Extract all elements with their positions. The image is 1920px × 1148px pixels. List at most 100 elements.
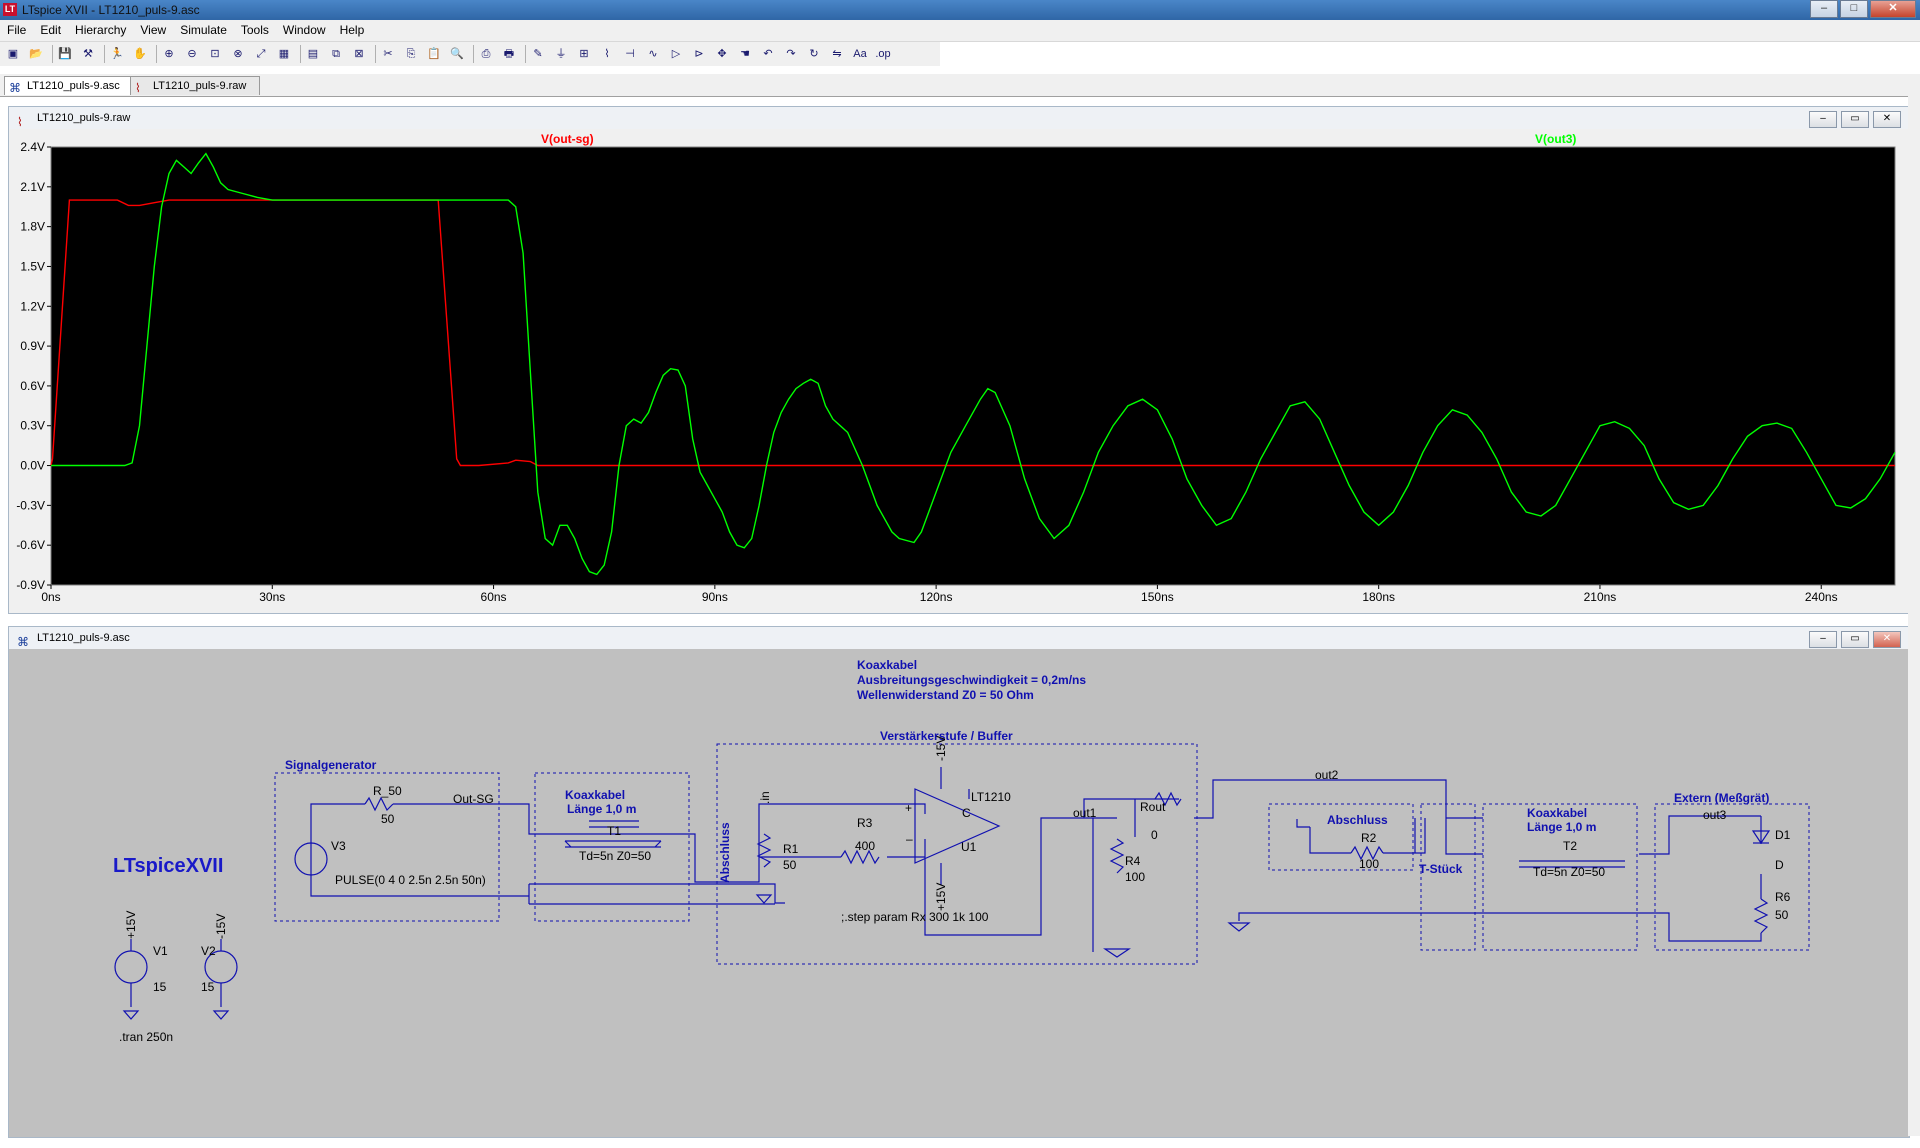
- open-icon[interactable]: 📂: [27, 45, 45, 63]
- cut-icon[interactable]: ✂: [379, 45, 397, 63]
- schematic-canvas[interactable]: Koaxkabel Ausbreitungsgeschwindigkeit = …: [9, 649, 1909, 1137]
- menu-file[interactable]: File: [0, 20, 33, 37]
- toolbar: ▣ 📂 💾 ⚒ 🏃 ✋ ⊕ ⊖ ⊡ ⊗ ⤢ ▦ ▤ ⧉ ⊠ ✂ ⎘ 📋 🔍 ⎙ 🖶 ✎ ⏚ ⊞ ⌇ ⊣ ∿ ▷ ⊳ ✥ ☚ ↶ ↷ ↻ ⇋ Aa .op: [0, 42, 940, 66]
- schematic-background: [9, 649, 1909, 1137]
- text-icon[interactable]: Aa: [851, 45, 869, 63]
- close-button[interactable]: ✕: [1873, 631, 1901, 648]
- diode-icon[interactable]: ▷: [667, 45, 685, 63]
- find-icon[interactable]: 🔍: [448, 45, 466, 63]
- menu-tools[interactable]: Tools: [234, 20, 276, 37]
- label-v1-name: V1: [153, 944, 168, 958]
- block-label-signalgenerator: Signalgenerator: [285, 758, 377, 772]
- print-setup-icon[interactable]: ⎙: [477, 45, 495, 63]
- label-v2-minus15: -15V: [214, 914, 228, 939]
- label-rout-value: 0: [1151, 828, 1158, 842]
- label-t1-name: T1: [607, 824, 621, 838]
- zoom-cancel-icon[interactable]: ⊗: [229, 45, 247, 63]
- tab-label: LT1210_puls-9.asc: [27, 80, 120, 92]
- menu-hierarchy[interactable]: Hierarchy: [68, 20, 133, 37]
- label-r3-value: 400: [855, 839, 875, 853]
- minimize-button[interactable]: –: [1809, 631, 1837, 648]
- paste-icon[interactable]: 📋: [425, 45, 443, 63]
- grid-icon[interactable]: ▦: [275, 45, 293, 63]
- y-tick-label: -0.3V: [16, 498, 45, 512]
- mirror-icon[interactable]: ⇋: [828, 45, 846, 63]
- menu-view[interactable]: View: [133, 20, 173, 37]
- new-schematic-icon[interactable]: ▣: [4, 45, 22, 63]
- copy-icon[interactable]: ⎘: [402, 45, 420, 63]
- restore-button[interactable]: ▭: [1841, 111, 1869, 128]
- inductor-icon[interactable]: ∿: [644, 45, 662, 63]
- note-line-1: Ausbreitungsgeschwindigkeit = 0,2m/ns: [857, 673, 1086, 687]
- app-logo-icon: LT: [3, 3, 17, 16]
- label-net-out1: out1: [1073, 806, 1097, 820]
- block-label-abschluss: Abschluss: [1327, 813, 1388, 827]
- x-tick-label: 120ns: [920, 590, 953, 604]
- legend-label: V(out3): [1535, 132, 1576, 146]
- capacitor-icon[interactable]: ⊣: [621, 45, 639, 63]
- control-panel-icon[interactable]: ⚒: [79, 45, 97, 63]
- svg-text:–: –: [906, 832, 913, 846]
- minimize-button[interactable]: –: [1810, 0, 1838, 18]
- waveform-icon: ⌇: [135, 81, 141, 95]
- y-tick-label: 1.5V: [20, 259, 45, 273]
- tab-waveform[interactable]: ⌇ LT1210_puls-9.raw: [130, 76, 260, 95]
- spice-directive-icon[interactable]: .op: [874, 45, 892, 63]
- window-title: LTspice XVII - LT1210_puls-9.asc: [22, 3, 200, 17]
- schematic-window-header: ⌘ LT1210_puls-9.asc – ▭ ✕: [9, 627, 1909, 649]
- maximize-button[interactable]: □: [1840, 0, 1868, 18]
- toolbar-separator: [375, 45, 376, 63]
- block-label-tstueck: T-Stück: [1419, 862, 1463, 876]
- label-u1-name: U1: [961, 840, 977, 854]
- menu-help[interactable]: Help: [333, 20, 372, 37]
- close-window-icon[interactable]: ⊠: [350, 45, 368, 63]
- y-tick-label: 0.6V: [20, 379, 45, 393]
- drag-icon[interactable]: ☚: [736, 45, 754, 63]
- menu-window[interactable]: Window: [276, 20, 333, 37]
- y-tick-label: 2.4V: [20, 140, 45, 154]
- close-button[interactable]: ✕: [1870, 0, 1916, 18]
- tile-icon[interactable]: ▤: [304, 45, 322, 63]
- label-v3-value: PULSE(0 4 0 2.5n 2.5n 50n): [335, 873, 486, 887]
- print-icon[interactable]: 🖶: [500, 45, 518, 63]
- run-icon[interactable]: 🏃: [108, 45, 126, 63]
- app-label: LTspiceXVII: [113, 855, 223, 877]
- y-tick-label: -0.6V: [16, 538, 45, 552]
- x-tick-label: 150ns: [1141, 590, 1174, 604]
- x-tick-label: 90ns: [702, 590, 728, 604]
- menu-simulate[interactable]: Simulate: [173, 20, 234, 37]
- window-controls: – □ ✕: [1808, 0, 1916, 18]
- label-r6-value: 50: [1775, 908, 1789, 922]
- x-tick-label: 210ns: [1584, 590, 1617, 604]
- minimize-button[interactable]: –: [1809, 111, 1837, 128]
- wire-icon[interactable]: ✎: [529, 45, 547, 63]
- undo-icon[interactable]: ↶: [759, 45, 777, 63]
- zoom-out-icon[interactable]: ⊖: [183, 45, 201, 63]
- resistor-icon[interactable]: ⌇: [598, 45, 616, 63]
- menu-edit[interactable]: Edit: [33, 20, 68, 37]
- component-icon[interactable]: ⊳: [690, 45, 708, 63]
- halt-icon[interactable]: ✋: [131, 45, 149, 63]
- label-v1-value: 15: [153, 980, 167, 994]
- zoom-fit-icon[interactable]: ⊡: [206, 45, 224, 63]
- waveform-plot[interactable]: 2.4V 2.1V 1.8V 1.5V 1.2V 0.9V 0.6V 0.3V 0.0V -0.3…: [9, 129, 1909, 613]
- waveform-window-controls: – ▭ ✕: [1805, 111, 1901, 128]
- label-icon[interactable]: ⊞: [575, 45, 593, 63]
- ground-icon[interactable]: ⏚: [552, 45, 570, 63]
- toolbar-separator: [156, 45, 157, 63]
- restore-button[interactable]: ▭: [1841, 631, 1869, 648]
- zoom-in-icon[interactable]: ⊕: [160, 45, 178, 63]
- block-label-coax1-line2: Länge 1,0 m: [567, 802, 636, 816]
- redo-icon[interactable]: ↷: [782, 45, 800, 63]
- rotate-icon[interactable]: ↻: [805, 45, 823, 63]
- label-u1-minus15: +15V: [934, 883, 948, 911]
- close-button[interactable]: ✕: [1873, 111, 1901, 128]
- save-icon[interactable]: 💾: [56, 45, 74, 63]
- autorange-icon[interactable]: ⤢: [252, 45, 270, 63]
- toolbar-separator: [525, 45, 526, 63]
- label-v2-value: 15: [201, 980, 215, 994]
- tab-schematic[interactable]: ⌘ LT1210_puls-9.asc: [4, 76, 134, 95]
- title-bar: LT LTspice XVII - LT1210_puls-9.asc – □ …: [0, 0, 1920, 20]
- cascade-icon[interactable]: ⧉: [327, 45, 345, 63]
- move-icon[interactable]: ✥: [713, 45, 731, 63]
